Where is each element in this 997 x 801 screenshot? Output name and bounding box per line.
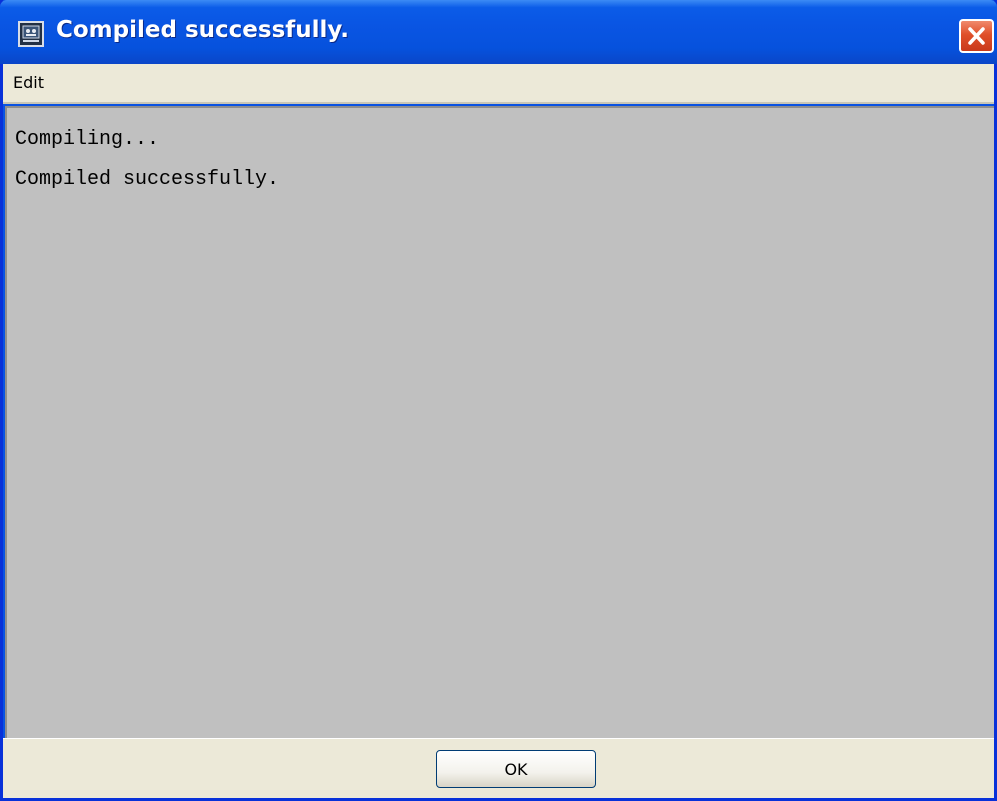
menu-edit[interactable]: Edit: [13, 73, 44, 92]
ok-button[interactable]: OK: [436, 750, 596, 788]
compile-dialog-window: Compiled successfully. Edit Compiling...…: [0, 0, 997, 801]
close-icon: [968, 27, 985, 45]
menu-bar: Edit: [3, 64, 994, 104]
terminal-icon: [18, 21, 44, 47]
output-line: Compiling...: [15, 128, 160, 151]
compiler-output-area[interactable]: Compiling... Compiled successfully.: [5, 106, 994, 738]
title-bar[interactable]: Compiled successfully.: [0, 0, 997, 64]
button-bar: OK: [3, 738, 994, 798]
window-title: Compiled successfully.: [56, 17, 350, 43]
output-line: Compiled successfully.: [15, 168, 280, 191]
close-button[interactable]: [959, 19, 994, 53]
